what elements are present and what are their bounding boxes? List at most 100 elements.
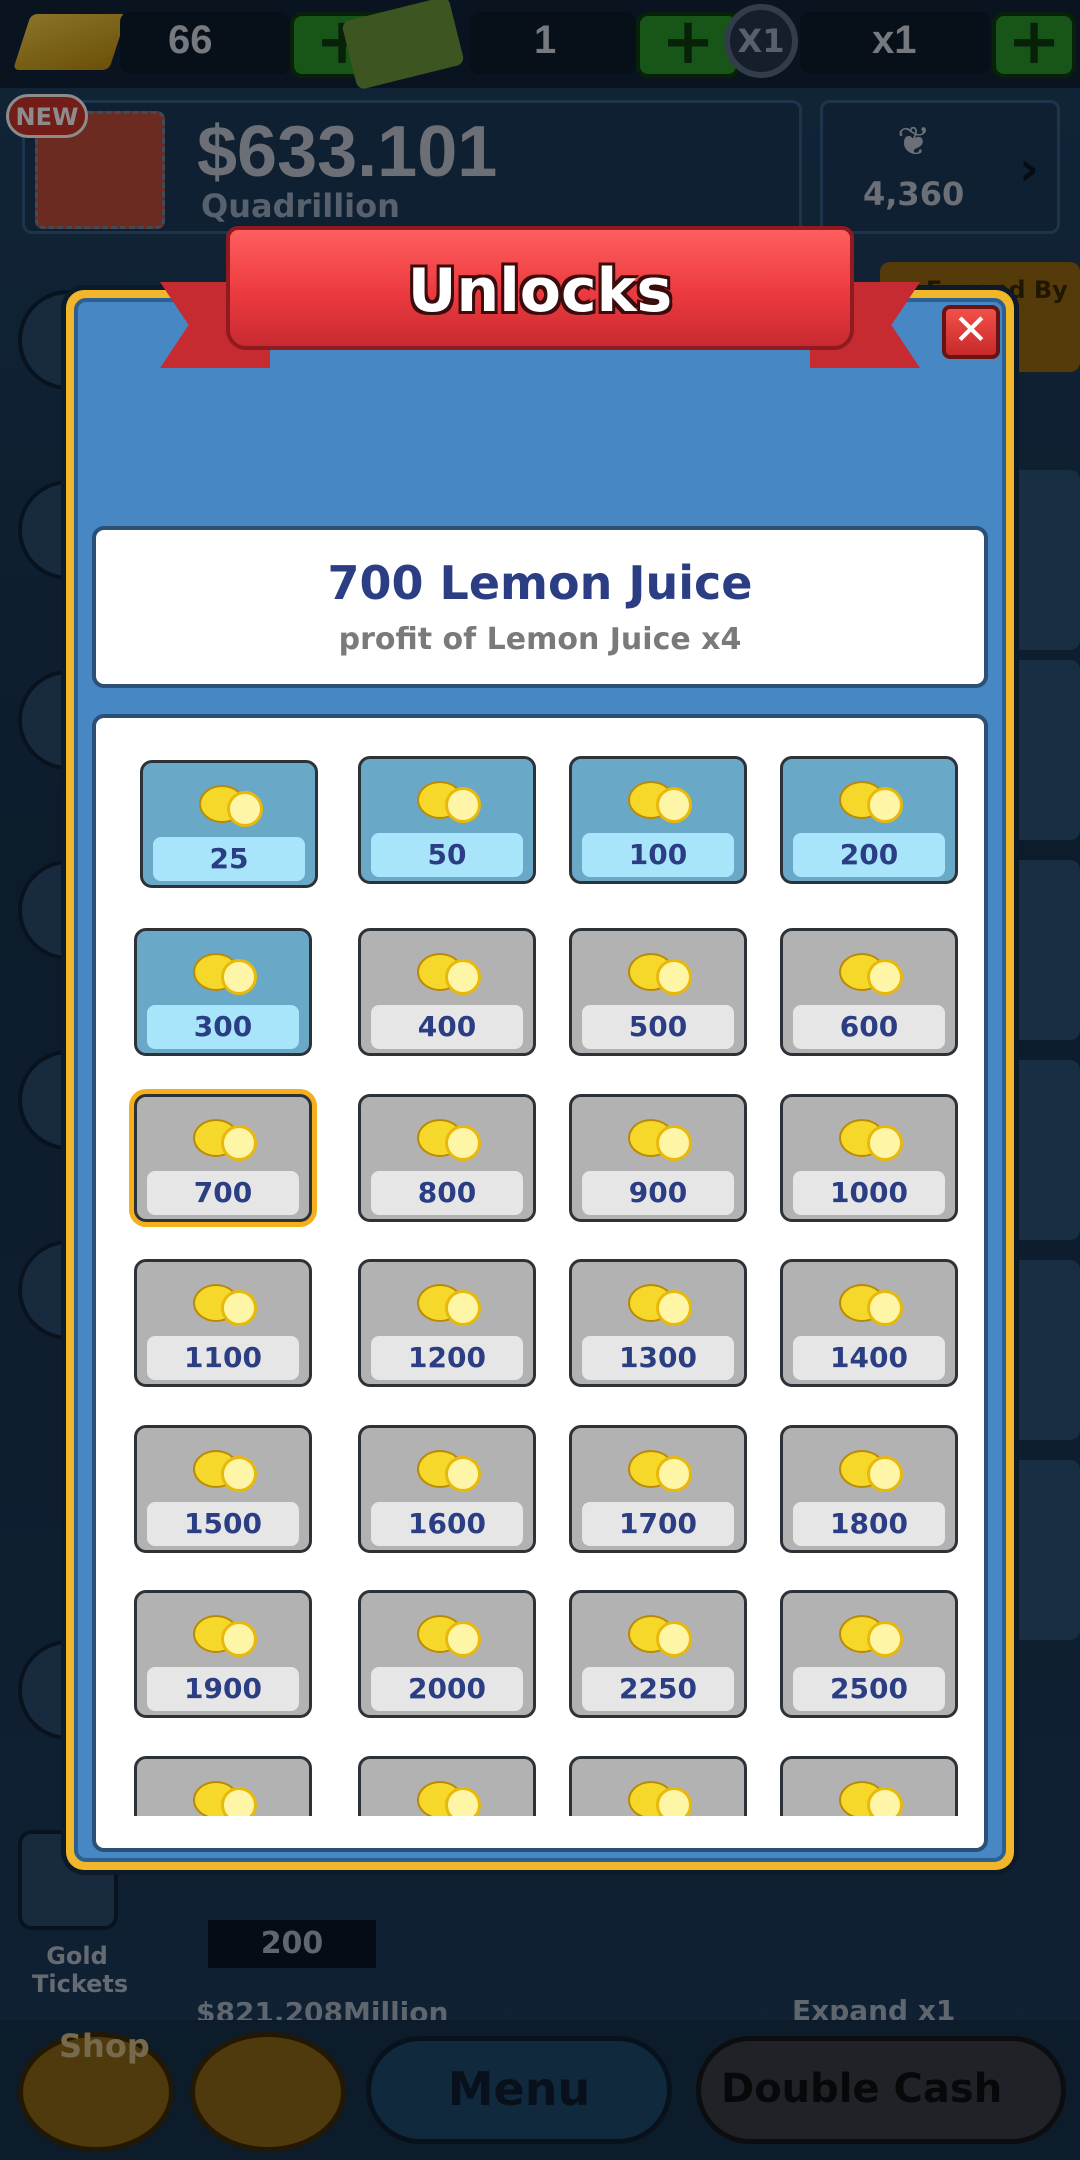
money-unit: Quadrillion [201, 187, 400, 225]
unlock-tile-value: 600 [793, 1005, 945, 1049]
lemon-icon [417, 1773, 487, 1816]
add-multiplier-button[interactable]: + [992, 10, 1076, 78]
unlock-tile-value: 800 [371, 1171, 523, 1215]
unlock-tile-value: 2000 [371, 1667, 523, 1711]
gold-tickets-label: Gold Tickets [32, 1942, 129, 1998]
unlock-tile[interactable]: 500 [569, 928, 747, 1056]
unlock-tile[interactable]: 400 [358, 928, 536, 1056]
lemon-icon [628, 1276, 698, 1330]
unlock-tile[interactable]: 600 [780, 928, 958, 1056]
money-amount: $633.101 [197, 112, 498, 192]
cash-count: 1 [534, 18, 557, 62]
lemon-icon [628, 1111, 698, 1165]
unlocks-grid[interactable]: 25 50 100 200 300 400 500 600 700 800 900 1000 1100 1… [92, 714, 988, 1852]
unlock-tile[interactable] [358, 1756, 536, 1816]
lemon-icon [839, 1442, 909, 1496]
money-panel[interactable]: $633.101 Quadrillion [22, 100, 802, 234]
unlock-tile-value: 700 [147, 1171, 299, 1215]
unlock-tile-value: 400 [371, 1005, 523, 1049]
unlock-tile-value: 1700 [582, 1502, 734, 1546]
double-cash-button[interactable]: Double Cash [696, 2036, 1066, 2144]
unlock-tile[interactable]: 2250 [569, 1590, 747, 1718]
close-button[interactable]: ✕ [942, 305, 1000, 359]
chevron-right-icon: › [1019, 141, 1039, 197]
lemon-icon [628, 945, 698, 999]
unlock-tile-value: 1000 [793, 1171, 945, 1215]
unlock-tile-value: 2250 [582, 1667, 734, 1711]
unlock-tile[interactable]: 1200 [358, 1259, 536, 1387]
unlock-tile[interactable]: 1800 [780, 1425, 958, 1553]
unlock-detail-box: 700 Lemon Juice profit of Lemon Juice x4 [92, 526, 988, 688]
lemon-icon [417, 945, 487, 999]
lemon-icon [839, 1773, 909, 1816]
title-ribbon: Unlocks [160, 222, 920, 382]
unlock-tile-value: 300 [147, 1005, 299, 1049]
unlock-tile[interactable]: 1300 [569, 1259, 747, 1387]
lemon-icon [839, 773, 909, 827]
wings-icon: ❦ [897, 119, 931, 165]
unlock-tile[interactable]: 1100 [134, 1259, 312, 1387]
resource-bar: 66 + 1 + X1 x1 + [0, 0, 1080, 91]
lemon-icon [193, 1276, 263, 1330]
lemon-icon [193, 945, 263, 999]
unlock-tile-value: 2500 [793, 1667, 945, 1711]
unlock-tile[interactable]: 50 [358, 756, 536, 884]
unlock-tile[interactable]: 1700 [569, 1425, 747, 1553]
unlock-tile[interactable]: 100 [569, 756, 747, 884]
shop-label: Shop [59, 2027, 150, 2065]
unlock-tile-value: 25 [153, 837, 305, 881]
unlock-tile[interactable]: 700 [134, 1094, 312, 1222]
unlock-tile-value: 1200 [371, 1336, 523, 1380]
unlock-tile-value: 100 [582, 833, 734, 877]
unlock-tile[interactable] [569, 1756, 747, 1816]
lemon-icon [628, 1773, 698, 1816]
lemon-icon [193, 1773, 263, 1816]
unlock-tile-value: 200 [793, 833, 945, 877]
unlock-tile-value: 1300 [582, 1336, 734, 1380]
lemon-icon [628, 773, 698, 827]
multiplier-value: x1 [872, 18, 917, 62]
unlock-tile-value: 1500 [147, 1502, 299, 1546]
unlock-tile[interactable]: 900 [569, 1094, 747, 1222]
unlock-tile-value: 50 [371, 833, 523, 877]
unlock-tile[interactable]: 300 [134, 928, 312, 1056]
globe-button[interactable] [190, 2032, 346, 2152]
unlock-detail-title: 700 Lemon Juice [327, 556, 753, 610]
unlock-tile-value: 1800 [793, 1502, 945, 1546]
unlock-tile-value: 500 [582, 1005, 734, 1049]
new-badge: NEW [6, 94, 88, 138]
unlock-tile[interactable] [134, 1756, 312, 1816]
unlock-tile[interactable]: 25 [140, 760, 318, 888]
lemon-icon [417, 1607, 487, 1661]
lemon-icon [199, 777, 269, 831]
unlock-tile[interactable]: 1600 [358, 1425, 536, 1553]
unlock-detail-subtitle: profit of Lemon Juice x4 [338, 622, 742, 657]
lemon-icon [628, 1442, 698, 1496]
unlock-tile-value: 1400 [793, 1336, 945, 1380]
multiplier-icon: X1 [724, 4, 798, 78]
lemon-icon [417, 1276, 487, 1330]
unlock-tile-value: 1600 [371, 1502, 523, 1546]
unlock-tile[interactable]: 1500 [134, 1425, 312, 1553]
unlock-tile[interactable]: 1000 [780, 1094, 958, 1222]
unlock-tile-value: 1100 [147, 1336, 299, 1380]
level-counter: 200 [208, 1920, 376, 1968]
unlock-tile[interactable]: 2000 [358, 1590, 536, 1718]
unlock-tile[interactable]: 800 [358, 1094, 536, 1222]
unlock-tile[interactable] [780, 1756, 958, 1816]
unlock-tile[interactable]: 200 [780, 756, 958, 884]
shop-button[interactable]: Shop [18, 2027, 174, 2152]
lemon-icon [417, 773, 487, 827]
unlock-tile[interactable]: 1900 [134, 1590, 312, 1718]
lemon-icon [417, 1442, 487, 1496]
unlock-tile[interactable]: 2500 [780, 1590, 958, 1718]
unlock-tile[interactable]: 1400 [780, 1259, 958, 1387]
menu-button[interactable]: Menu [366, 2036, 672, 2144]
unlock-tile-value: 1900 [147, 1667, 299, 1711]
lemon-icon [839, 1111, 909, 1165]
unlocks-grid-scroll[interactable]: 25 50 100 200 300 400 500 600 700 800 900 1000 1100 1… [96, 718, 984, 1816]
gold-count: 66 [168, 18, 213, 62]
lemon-icon [628, 1607, 698, 1661]
unlock-tile-value: 900 [582, 1171, 734, 1215]
wings-panel[interactable]: ❦ 4,360 › [820, 100, 1060, 234]
